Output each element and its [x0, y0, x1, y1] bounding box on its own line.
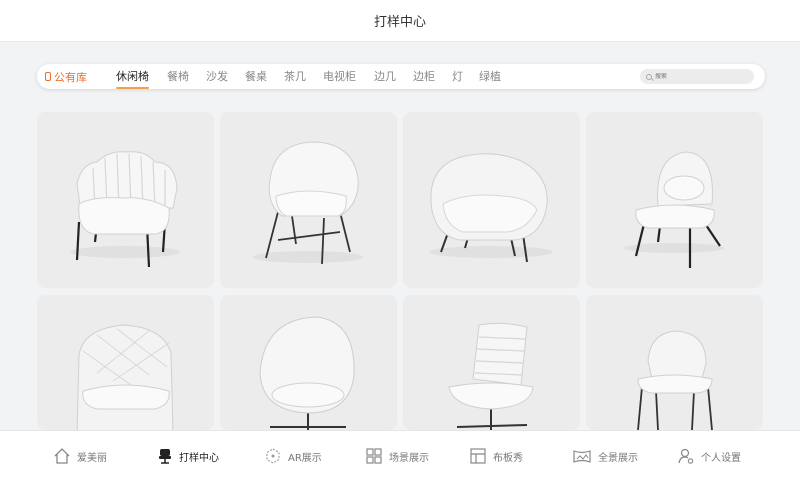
product-card[interactable] [403, 295, 580, 430]
product-card[interactable] [403, 112, 580, 288]
category-tab-sofa[interactable]: 沙发 [197, 64, 237, 89]
bookmark-icon [45, 72, 51, 81]
tab-label: 场景展示 [389, 452, 429, 464]
pillow-lounge-chair-icon [624, 151, 724, 268]
layout-icon [470, 448, 486, 464]
library-selector[interactable]: 公有库 [45, 64, 87, 89]
product-card[interactable] [586, 112, 763, 288]
tab-home[interactable]: 爱美丽 [53, 431, 107, 480]
category-tab-plant[interactable]: 绿植 [470, 64, 510, 89]
category-tab-lamp[interactable]: 灯 [443, 64, 472, 89]
library-label: 公有库 [54, 70, 87, 84]
tab-label: 打样中心 [179, 452, 219, 464]
ribbed-office-chair-icon [448, 322, 534, 430]
ar-icon [266, 448, 280, 464]
search-box[interactable] [640, 69, 754, 84]
tab-label: 布板秀 [493, 452, 523, 464]
panorama-icon [573, 450, 591, 463]
tab-ar[interactable]: AR展示 [264, 431, 322, 480]
tab-label: 个人设置 [701, 452, 741, 464]
category-tab-dining-table[interactable]: 餐桌 [236, 64, 276, 89]
tab-panorama[interactable]: 全景展示 [572, 431, 638, 480]
top-bar: 打样中心 [0, 0, 800, 42]
product-card[interactable] [37, 112, 214, 288]
page-title: 打样中心 [373, 15, 426, 30]
product-card[interactable] [586, 295, 763, 430]
category-filter-bar: 公有库 休闲椅 餐椅 沙发 餐桌 茶几 电视柜 边几 边柜 灯 绿植 [37, 64, 765, 89]
tab-label: 全景展示 [598, 452, 638, 464]
tab-label: AR展示 [288, 452, 322, 464]
tub-armchair-icon [429, 153, 553, 263]
quilted-armchair-icon [76, 324, 174, 430]
shell-lounge-chair-icon [253, 141, 363, 265]
category-tab-coffee-table[interactable]: 茶几 [275, 64, 315, 89]
chair-icon [159, 449, 171, 464]
home-icon [54, 448, 70, 464]
category-tab-tv-cabinet[interactable]: 电视柜 [314, 64, 365, 89]
tab-personal-settings[interactable]: 个人设置 [677, 431, 741, 480]
product-card[interactable] [37, 295, 214, 430]
category-tab-leisure-chair[interactable]: 休闲椅 [107, 64, 158, 89]
category-tab-sideboard[interactable]: 边柜 [404, 64, 444, 89]
product-card[interactable] [220, 112, 397, 288]
tab-board-show[interactable]: 布板秀 [469, 431, 523, 480]
search-icon [646, 73, 652, 80]
tab-sample-center[interactable]: 打样中心 [157, 431, 219, 480]
category-tab-dining-chair[interactable]: 餐椅 [158, 64, 198, 89]
search-input[interactable] [655, 73, 745, 80]
scalloped-armchair-icon [70, 151, 180, 268]
user-settings-icon [678, 448, 694, 464]
egg-chair-icon [259, 316, 355, 430]
tab-label: 爱美丽 [77, 452, 107, 464]
bottom-tab-bar: 爱美丽 打样中心 AR展示 场景展示 布板秀 全景展示 个人设置 [0, 430, 800, 480]
tab-scene[interactable]: 场景展示 [365, 431, 429, 480]
product-card[interactable] [220, 295, 397, 430]
dining-chair-icon [637, 330, 713, 430]
category-tab-side-table[interactable]: 边几 [365, 64, 405, 89]
grid-icon [366, 448, 382, 464]
